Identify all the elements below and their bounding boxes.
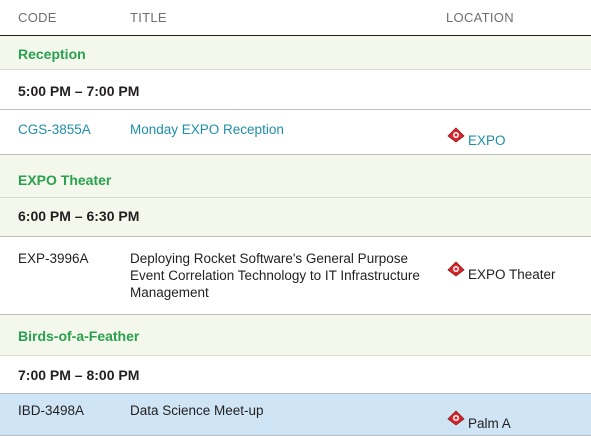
map-pin-icon: [447, 126, 465, 142]
map-pin-icon: [447, 260, 465, 276]
session-row[interactable]: CGS-3855A Monday EXPO Reception EXPO: [0, 110, 591, 155]
time-slot-heading: 6:00 PM – 6:30 PM: [0, 198, 591, 237]
session-location[interactable]: EXPO Theater: [446, 260, 556, 283]
time-slot-label: 5:00 PM – 7:00 PM: [18, 83, 140, 99]
code-column-header[interactable]: CODE: [18, 10, 57, 25]
location-label: EXPO Theater: [468, 267, 556, 282]
session-location[interactable]: Palm A: [446, 409, 511, 432]
time-slot-label: 7:00 PM – 8:00 PM: [18, 367, 140, 383]
time-slot-heading: 7:00 PM – 8:00 PM: [0, 356, 591, 394]
session-location-link[interactable]: EXPO: [446, 126, 506, 149]
title-column-header[interactable]: TITLE: [130, 10, 167, 25]
session-title-link[interactable]: Monday EXPO Reception: [130, 121, 430, 138]
session-title[interactable]: Deploying Rocket Software's General Purp…: [130, 250, 430, 301]
category-label: Reception: [18, 46, 86, 62]
category-heading-reception: Reception: [0, 36, 591, 70]
time-slot-heading: 5:00 PM – 7:00 PM: [0, 70, 591, 110]
session-title[interactable]: Data Science Meet-up: [130, 402, 430, 419]
category-label: EXPO Theater: [18, 172, 112, 188]
location-label: Palm A: [468, 416, 511, 431]
session-code-link[interactable]: CGS-3855A: [18, 121, 91, 138]
category-heading-birds-of-a-feather: Birds-of-a-Feather: [0, 315, 591, 356]
column-header: CODE TITLE LOCATION: [0, 0, 591, 36]
category-label: Birds-of-a-Feather: [18, 328, 140, 344]
session-code[interactable]: IBD-3498A: [18, 402, 84, 419]
map-pin-icon: [447, 409, 465, 425]
session-row[interactable]: EXP-3996A Deploying Rocket Software's Ge…: [0, 237, 591, 315]
location-label: EXPO: [468, 133, 506, 148]
location-column-header[interactable]: LOCATION: [446, 10, 514, 25]
session-code[interactable]: EXP-3996A: [18, 250, 89, 267]
time-slot-label: 6:00 PM – 6:30 PM: [18, 208, 140, 224]
session-row[interactable]: IBD-3498A Data Science Meet-up Palm A: [0, 394, 591, 436]
category-heading-expo-theater: EXPO Theater: [0, 155, 591, 198]
